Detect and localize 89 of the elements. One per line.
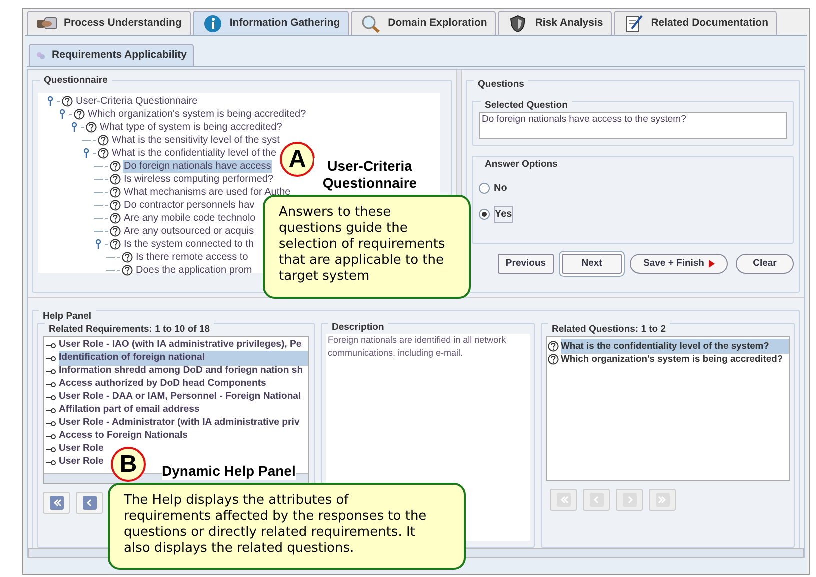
first-page-button[interactable] <box>43 492 70 514</box>
previous-page-icon <box>82 496 96 510</box>
section-title: Related Requirements: 1 to 10 of 18 <box>45 323 214 336</box>
key-icon <box>46 356 56 362</box>
tree-item[interactable]: Is there remote access to <box>135 251 250 264</box>
last-page-icon <box>656 493 670 507</box>
callout-note: The Help displays the attributes of requirements affected by the responses to the questions or directly related requirements. It also displays the related questions. <box>108 483 466 570</box>
expand-handle-icon[interactable] <box>94 239 103 250</box>
action-button[interactable]: Save + Finish <box>630 254 728 274</box>
first-page-icon <box>50 496 64 510</box>
selected-question-field[interactable]: Do foreign nationals have access to the system? <box>479 112 787 139</box>
expand-handle-icon[interactable] <box>58 109 67 120</box>
tree-item[interactable]: What is the sensitivity level of the syst <box>111 134 281 147</box>
requirement-item[interactable]: User Role - IAO (with IA administrative privileges), Pe <box>59 338 302 353</box>
tree-item[interactable]: What is the confidentiality level of the <box>111 147 278 160</box>
option-label: No <box>494 182 508 196</box>
key-icon <box>46 460 56 466</box>
section-title: Selected Question <box>481 99 572 112</box>
tree-item[interactable]: Does the application prom <box>135 264 254 277</box>
search-icon <box>360 14 382 32</box>
previous-page-icon <box>590 493 604 507</box>
related-question-item[interactable]: What is the confidentiality level of the system? <box>561 339 789 354</box>
section-title: Related Questions: 1 to 2 <box>548 323 670 336</box>
tree-item[interactable]: Which organization's system is being accredited? <box>87 108 308 121</box>
callout-note: Answers to these questions guide the selection of requirements that are applicable to the target system <box>263 195 471 299</box>
requirement-item[interactable]: User Role - Administrator (with IA administrative priv <box>59 416 300 431</box>
tree-item[interactable]: Are any mobile code technolo <box>123 212 257 225</box>
play-arrow-icon <box>708 260 714 268</box>
action-button[interactable]: Next <box>562 254 622 274</box>
tab[interactable]: Related Documentation <box>614 11 778 35</box>
key-icon <box>46 408 56 414</box>
question-icon <box>98 135 109 146</box>
key-icon <box>46 368 56 374</box>
info-icon <box>202 14 224 32</box>
requirement-item[interactable]: User Role - DAA or IAM, Personnel - Foreign National <box>59 390 302 405</box>
requirement-item[interactable]: Access authorized by DoD head Components <box>59 377 266 392</box>
requirement-item[interactable]: Access to Foreign Nationals <box>59 429 188 444</box>
question-icon <box>86 122 97 133</box>
tree-item[interactable]: Do contractor personnels hav <box>123 199 256 212</box>
tree-item[interactable]: Is wireless computing performed? <box>123 173 275 186</box>
section-title: Description <box>328 321 388 334</box>
next-page-icon <box>622 493 636 507</box>
action-button[interactable]: Clear <box>736 254 794 274</box>
expand-handle-icon[interactable] <box>70 122 79 133</box>
tab[interactable]: Domain Exploration <box>351 11 496 35</box>
panel-title: Questions <box>474 78 528 91</box>
first-page-icon <box>556 493 570 507</box>
question-icon <box>74 109 85 120</box>
key-icon <box>46 342 56 348</box>
panel-title: Questionnaire <box>40 74 112 87</box>
expand-handle-icon[interactable] <box>82 148 91 159</box>
radio-button[interactable] <box>479 183 490 194</box>
radio-button[interactable] <box>479 209 490 220</box>
expand-handle-icon[interactable] <box>46 96 55 107</box>
requirement-item[interactable]: Affilation part of email address <box>59 403 200 418</box>
question-icon <box>62 96 73 107</box>
question-icon <box>110 226 121 237</box>
tree-item[interactable]: Do foreign nationals have access <box>123 160 272 173</box>
key-icon <box>46 382 56 388</box>
related-question-item[interactable]: Which organization's system is being accredited? <box>561 352 784 367</box>
tab[interactable]: Requirements Applicability <box>29 44 194 66</box>
requirement-item[interactable]: Information shredd among DoD and foriegn nation sh <box>59 364 304 379</box>
tree-item[interactable]: User-Criteria Questionnaire <box>75 95 199 108</box>
option-label: Yes <box>494 206 514 223</box>
requirement-item[interactable]: Identification of foreign national <box>59 351 308 366</box>
previous-page-button[interactable] <box>76 492 103 514</box>
question-icon <box>110 239 121 250</box>
tab[interactable]: Risk Analysis <box>498 11 612 35</box>
tab[interactable]: Information Gathering <box>192 11 350 35</box>
tab[interactable]: Process Understanding <box>27 11 191 35</box>
key-icon <box>46 394 56 400</box>
key-icon <box>46 420 56 426</box>
tree-item[interactable]: Is the system connected to th <box>123 238 256 251</box>
key-icon <box>46 446 56 452</box>
panel-title: Help Panel <box>39 310 96 323</box>
requirement-item[interactable]: User Role <box>59 442 104 457</box>
question-icon <box>110 161 121 172</box>
question-icon <box>110 200 121 211</box>
question-icon <box>98 148 109 159</box>
question-icon <box>110 174 121 185</box>
question-icon <box>110 213 121 224</box>
tree-item[interactable]: Are any outsourced or acquis <box>123 225 256 238</box>
tree-item[interactable]: What type of system is being accredited? <box>99 121 284 134</box>
requirement-item[interactable]: User Role <box>59 455 104 470</box>
action-button[interactable]: Previous <box>498 254 554 274</box>
callout-title: Dynamic Help Panel <box>162 463 296 480</box>
key-icon <box>46 434 56 440</box>
question-icon <box>110 187 121 198</box>
question-icon <box>122 252 133 263</box>
